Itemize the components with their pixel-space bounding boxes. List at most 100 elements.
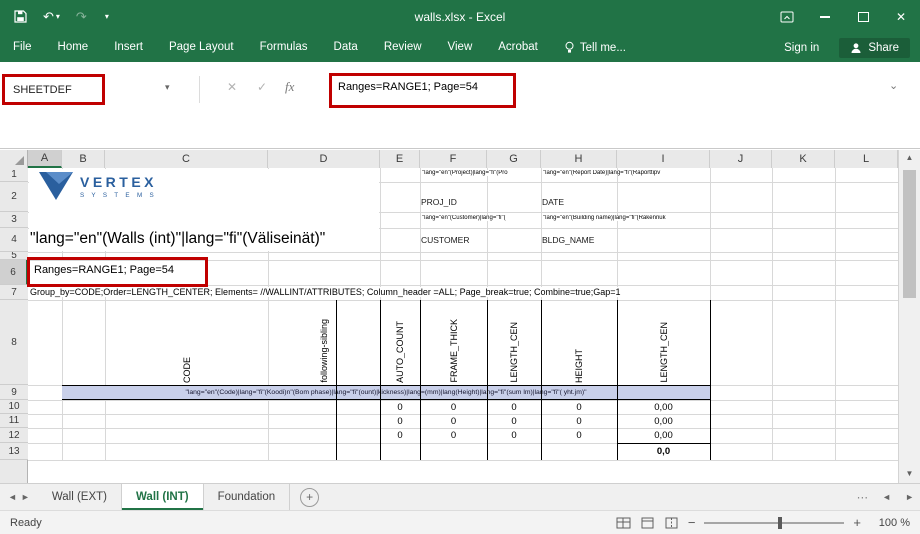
column-header-c[interactable]: C <box>105 150 268 168</box>
column-header-e[interactable]: E <box>380 150 420 168</box>
insert-function-button[interactable]: fx <box>285 79 294 95</box>
cell-f1[interactable]: "lang="en"(Project)|lang="fi"(Pro <box>421 170 541 176</box>
sheet-tab-wall-int[interactable]: Wall (INT) <box>122 484 204 510</box>
cell-f8-header[interactable]: FRAME_THICK <box>420 302 487 383</box>
save-icon[interactable] <box>14 10 27 23</box>
undo-button[interactable]: ↶▾ <box>43 10 60 23</box>
scroll-down-icon[interactable]: ▼ <box>899 469 920 478</box>
hscroll-left-icon[interactable]: ◄ <box>882 492 891 502</box>
tell-me-box[interactable]: Tell me... <box>551 41 639 54</box>
hscroll-right-icon[interactable]: ► <box>905 492 914 502</box>
row-header-13[interactable]: 13 <box>0 443 28 460</box>
column-header-d[interactable]: D <box>268 150 380 168</box>
cell-i10[interactable]: 0,00 <box>617 400 710 414</box>
tab-data[interactable]: Data <box>321 33 371 62</box>
row-header-9[interactable]: 9 <box>0 385 28 400</box>
enter-button[interactable]: ✓ <box>257 80 267 94</box>
cell-h11[interactable]: 0 <box>541 414 617 428</box>
cancel-button[interactable]: ✕ <box>227 80 237 94</box>
cell-h3[interactable]: "lang="en"(Building name)|lang="fi"(Rake… <box>542 215 709 221</box>
cell-i12[interactable]: 0,00 <box>617 428 710 443</box>
row-header-4[interactable]: 4 <box>0 228 28 252</box>
tab-page-layout[interactable]: Page Layout <box>156 33 247 62</box>
zoom-slider-thumb[interactable] <box>778 517 782 529</box>
page-layout-view-icon[interactable] <box>640 517 655 529</box>
name-box-dropdown-icon[interactable]: ▾ <box>165 82 170 93</box>
cell-a7-groupby[interactable]: Group_by=CODE;Order=LENGTH_CENTER; Eleme… <box>30 287 621 297</box>
column-header-f[interactable]: F <box>420 150 487 168</box>
tab-file[interactable]: File <box>0 33 45 62</box>
ribbon-display-options-button[interactable] <box>768 0 806 33</box>
page-break-view-icon[interactable] <box>664 517 679 529</box>
tab-acrobat[interactable]: Acrobat <box>485 33 551 62</box>
table-header-row-9[interactable]: "lang="en"(Code)|lang="fi"(Koodi)n"(Bom … <box>62 385 710 400</box>
row-header-12[interactable]: 12 <box>0 428 28 443</box>
column-header-g[interactable]: G <box>487 150 541 168</box>
customize-qat-button[interactable]: ▾ <box>105 13 109 21</box>
cell-e11[interactable]: 0 <box>380 414 420 428</box>
cell-h1[interactable]: "lang="en"(Report Date)|lang="fi"(Raport… <box>542 170 709 176</box>
row-header-5[interactable]: 5 <box>0 252 28 260</box>
zoom-in-button[interactable]: + <box>853 515 861 530</box>
sheet-prev-icon[interactable]: ◄ <box>8 492 17 502</box>
share-button[interactable]: Share <box>839 38 910 58</box>
cell-f4[interactable]: CUSTOMER <box>421 235 470 245</box>
cell-h2[interactable]: DATE <box>542 197 564 207</box>
row-header-6[interactable]: 6 <box>0 260 28 285</box>
scroll-up-icon[interactable]: ▲ <box>899 153 920 162</box>
maximize-button[interactable] <box>844 0 882 33</box>
close-button[interactable]: ✕ <box>882 0 920 33</box>
cell-h12[interactable]: 0 <box>541 428 617 443</box>
column-header-i[interactable]: I <box>617 150 710 168</box>
cell-f2[interactable]: PROJ_ID <box>421 197 457 207</box>
cell-i13-total[interactable]: 0,0 <box>617 443 710 459</box>
cell-f12[interactable]: 0 <box>420 428 487 443</box>
select-all-button[interactable] <box>0 150 28 168</box>
vertical-scrollbar[interactable]: ▲ ▼ <box>898 150 920 483</box>
cell-e12[interactable]: 0 <box>380 428 420 443</box>
cell-a4-title[interactable]: "lang="en"(Walls (int)"|lang="fi"(Välise… <box>30 230 325 248</box>
sign-in-link[interactable]: Sign in <box>784 42 819 54</box>
tab-view[interactable]: View <box>435 33 486 62</box>
cell-c8-header[interactable]: CODE <box>105 302 268 383</box>
column-header-k[interactable]: K <box>772 150 835 168</box>
cell-f3[interactable]: "lang="en"(Customer)|lang="fi"( <box>421 215 541 221</box>
zoom-out-button[interactable]: − <box>688 515 696 530</box>
cell-f11[interactable]: 0 <box>420 414 487 428</box>
cell-h8-header[interactable]: HEIGHT <box>541 302 617 383</box>
sheet-tab-wall-ext[interactable]: Wall (EXT) <box>38 484 122 510</box>
zoom-level-label[interactable]: 100 % <box>870 517 910 529</box>
new-sheet-button[interactable]: + <box>300 488 319 507</box>
normal-view-icon[interactable] <box>616 517 631 529</box>
column-header-j[interactable]: J <box>710 150 772 168</box>
column-header-b[interactable]: B <box>62 150 105 168</box>
redo-button[interactable]: ↷ <box>76 10 87 23</box>
sheet-tab-foundation[interactable]: Foundation <box>204 484 291 510</box>
row-header-3[interactable]: 3 <box>0 212 28 228</box>
cell-e10[interactable]: 0 <box>380 400 420 414</box>
tab-formulas[interactable]: Formulas <box>247 33 321 62</box>
cell-d8-header[interactable]: following-sibling <box>268 302 380 383</box>
cell-h4[interactable]: BLDG_NAME <box>542 235 594 245</box>
tab-review[interactable]: Review <box>371 33 435 62</box>
minimize-button[interactable] <box>806 0 844 33</box>
row-header-10[interactable]: 10 <box>0 400 28 414</box>
row-header-11[interactable]: 11 <box>0 414 28 428</box>
cell-i8-header[interactable]: LENGTH_CEN <box>617 302 710 383</box>
cell-g11[interactable]: 0 <box>487 414 541 428</box>
cell-g8-header[interactable]: LENGTH_CEN <box>487 302 541 383</box>
formula-bar-expand-icon[interactable]: ⌄ <box>889 79 898 92</box>
column-header-h[interactable]: H <box>541 150 617 168</box>
row-header-1[interactable]: 1 <box>0 168 28 182</box>
cell-f10[interactable]: 0 <box>420 400 487 414</box>
scrollbar-grip-icon[interactable]: ⋯ <box>857 490 869 504</box>
column-header-a[interactable]: A <box>28 150 62 168</box>
row-header-7[interactable]: 7 <box>0 285 28 300</box>
cell-i11[interactable]: 0,00 <box>617 414 710 428</box>
row-header-2[interactable]: 2 <box>0 182 28 212</box>
vertical-scrollbar-thumb[interactable] <box>903 170 916 298</box>
zoom-slider[interactable] <box>704 522 844 524</box>
cell-h10[interactable]: 0 <box>541 400 617 414</box>
tab-home[interactable]: Home <box>45 33 102 62</box>
cell-g12[interactable]: 0 <box>487 428 541 443</box>
